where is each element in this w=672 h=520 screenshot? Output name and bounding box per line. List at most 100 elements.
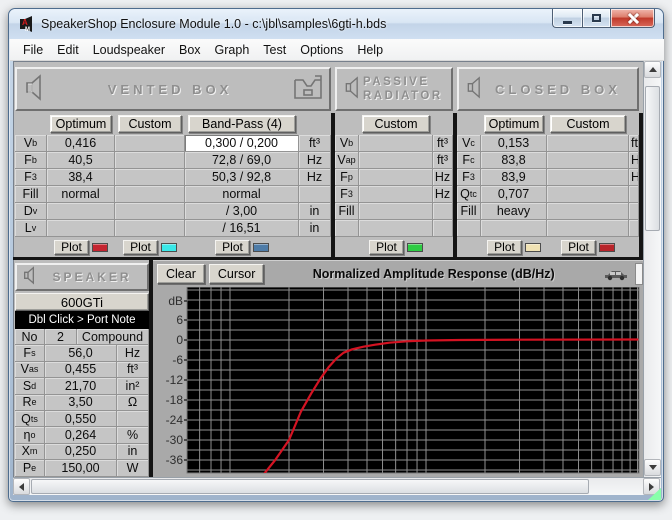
closed-value-cell[interactable]: 83,9 [481,169,547,186]
speaker-value-cell[interactable]: 0,250 [45,444,117,460]
closed-value-cell[interactable] [547,186,629,203]
vented-value-cell[interactable]: / 3,00 [185,203,299,220]
vented-row-label: Lv [15,220,47,237]
menu-graph[interactable]: Graph [208,40,257,60]
vented-value-cell[interactable]: normal [47,186,115,203]
vertical-scrollbar[interactable] [643,61,661,477]
speaker-value-cell[interactable]: 3,50 [45,395,117,411]
closed-plot-button-0[interactable]: Plot [487,240,522,255]
cursor-button[interactable]: Cursor [209,264,265,284]
vented-value-cell[interactable]: 0,416 [47,135,115,152]
horizontal-scroll-thumb[interactable] [31,479,589,494]
speaker-model-button[interactable]: 600GTi [15,293,149,311]
horizontal-scrollbar[interactable] [13,477,661,495]
vented-value-cell[interactable]: 0,300 / 0,200 [185,135,299,152]
speaker-row-label: Vas [15,362,45,378]
closed-value-cell[interactable] [547,203,629,220]
closed-value-cell[interactable] [547,135,629,152]
partial-toolbar-button[interactable] [635,263,643,285]
vented-value-cell[interactable] [115,152,185,169]
scroll-down-button[interactable] [644,459,661,476]
speaker-value-cell[interactable]: 56,0 [45,345,117,361]
passive-radiator-header: PASSIVE RADIATOR [335,67,453,111]
svg-text:6: 6 [176,313,183,327]
passive-radiator-title: PASSIVE RADIATOR [363,75,445,103]
vented-value-cell[interactable]: 38,4 [47,169,115,186]
closed-value-cell[interactable]: heavy [481,203,547,220]
closed-value-cell[interactable] [481,220,547,237]
passive-value-cell[interactable] [359,220,433,237]
vented-value-cell[interactable] [47,203,115,220]
vented-value-cell[interactable] [115,203,185,220]
passive-value-cell[interactable] [359,169,433,186]
closed-value-cell[interactable] [547,220,629,237]
passive-value-cell[interactable] [359,203,433,220]
closed-plot-button-1[interactable]: Plot [561,240,596,255]
closed-box-table: OptimumCustomVc0,153ft³Fc83,8HzF383,9HzQ… [457,113,639,257]
vented-value-cell[interactable]: / 16,51 [185,220,299,237]
speaker-row-label: Fs [15,345,45,361]
vented-plot-button-0[interactable]: Plot [54,240,89,255]
vented-value-cell[interactable]: 40,5 [47,152,115,169]
vertical-scroll-thumb[interactable] [645,86,660,231]
closed-value-cell[interactable] [547,152,629,169]
vented-value-cell[interactable] [47,220,115,237]
app-icon[interactable]: A M [19,16,35,32]
vented-value-cell[interactable]: normal [185,186,299,203]
passive-unit-cell: Hz [433,169,453,186]
vented-plot-button-1[interactable]: Plot [123,240,158,255]
speaker-compound-cell[interactable]: Compound [77,329,149,345]
passive-value-cell[interactable] [359,135,433,152]
table-corner [335,113,359,135]
clear-button[interactable]: Clear [157,264,205,284]
speaker-value-cell[interactable]: 150,00 [45,460,117,476]
menu-loudspeaker[interactable]: Loudspeaker [86,40,172,60]
vented-unit-cell: Hz [299,152,331,169]
menu-edit[interactable]: Edit [50,40,86,60]
vented-value-cell[interactable] [115,135,185,152]
menu-test[interactable]: Test [256,40,293,60]
speaker-value-cell[interactable]: 21,70 [45,378,117,394]
vented-column-button-band-pass-4-[interactable]: Band-Pass (4) [188,115,296,133]
closed-value-cell[interactable]: 0,153 [481,135,547,152]
passive-value-cell[interactable] [359,152,433,169]
vented-column-button-custom[interactable]: Custom [118,115,182,133]
maximize-button[interactable] [582,9,610,28]
speaker-value-cell[interactable]: 0,455 [45,362,117,378]
passive-value-cell[interactable] [359,186,433,203]
closed-column-button-optimum[interactable]: Optimum [484,115,544,133]
speaker-value-cell[interactable]: 0,264 [45,427,117,443]
vented-row-label: Vb [15,135,47,152]
minimize-button[interactable] [552,9,582,28]
vented-value-cell[interactable] [115,169,185,186]
plot-row-corner [299,237,331,257]
plot-row-corner [629,237,639,257]
vented-value-cell[interactable]: 72,8 / 69,0 [185,152,299,169]
menu-options[interactable]: Options [293,40,350,60]
speaker-value-cell[interactable]: 0,550 [45,411,117,427]
scroll-left-button[interactable] [13,478,30,495]
closed-column-button-custom[interactable]: Custom [550,115,626,133]
vented-value-cell[interactable] [115,186,185,203]
closed-value-cell[interactable] [547,169,629,186]
menu-box[interactable]: Box [172,40,208,60]
amplitude-response-plot[interactable]: dB60-6-12-18-24-30-36 [153,287,643,477]
speaker-unit-cell [117,411,149,427]
passive-column-button-custom[interactable]: Custom [362,115,430,133]
vented-value-cell[interactable]: 50,3 / 92,8 [185,169,299,186]
closed-value-cell[interactable]: 83,8 [481,152,547,169]
vented-plot-button-2[interactable]: Plot [215,240,250,255]
speaker-no-value[interactable]: 2 [45,329,77,345]
vented-column-button-optimum[interactable]: Optimum [50,115,112,133]
menu-help[interactable]: Help [350,40,390,60]
passive-unit-cell [433,203,453,220]
port-note-bar[interactable]: Dbl Click > Port Note [15,311,149,329]
car-icon[interactable] [603,267,629,281]
scroll-up-button[interactable] [644,61,661,78]
title-bar[interactable]: A M SpeakerShop Enclosure Module 1.0 - c… [9,9,663,39]
close-button[interactable] [610,9,655,28]
menu-file[interactable]: File [16,40,50,60]
passive-plot-button-0[interactable]: Plot [369,240,404,255]
vented-value-cell[interactable] [115,220,185,237]
closed-value-cell[interactable]: 0,707 [481,186,547,203]
